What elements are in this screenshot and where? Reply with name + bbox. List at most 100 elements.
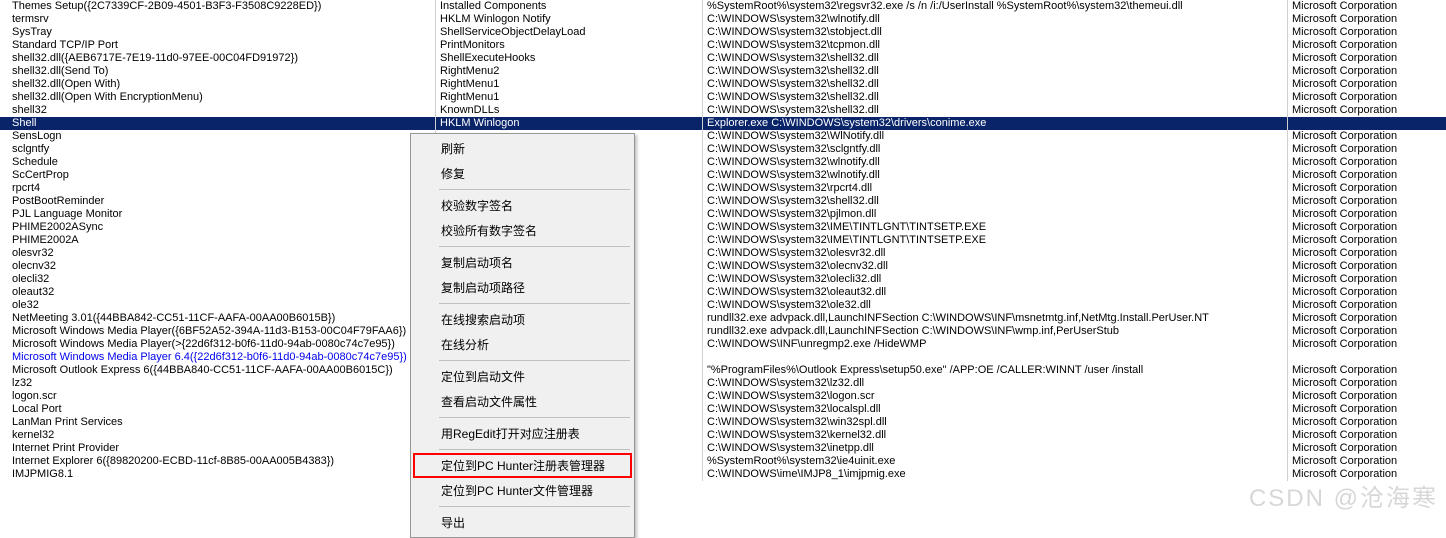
table-row[interactable]: olecli32 C:\WINDOWS\system32\olecli32.dll… [0,273,1446,286]
cell-name: Schedule [0,156,436,169]
table-row[interactable]: termsrvHKLM Winlogon NotifyC:\WINDOWS\sy… [0,13,1446,26]
menu-item[interactable]: 校验所有数字签名 [413,218,632,243]
cell-company: Microsoft Corporation [1288,390,1446,403]
cell-name: Microsoft Windows Media Player 6.4({22d6… [0,351,436,364]
table-row[interactable]: oleaut32 C:\WINDOWS\system32\oleaut32.dll… [0,286,1446,299]
table-row[interactable]: NetMeeting 3.01({44BBA842-CC51-11CF-AAFA… [0,312,1446,325]
cell-company: Microsoft Corporation [1288,312,1446,325]
table-row[interactable]: shell32KnownDLLsC:\WINDOWS\system32\shel… [0,104,1446,117]
table-row[interactable]: SysTrayShellServiceObjectDelayLoadC:\WIN… [0,26,1446,39]
table-row[interactable]: PostBootReminderC:\WINDOWS\system32\shel… [0,195,1446,208]
table-row[interactable]: ole32C:\WINDOWS\system32\ole32.dllMicros… [0,299,1446,312]
cell-company: Microsoft Corporation [1288,403,1446,416]
cell-path: C:\WINDOWS\system32\win32spl.dll [703,416,1288,429]
cell-path: C:\WINDOWS\system32\pjlmon.dll [703,208,1288,221]
table-row[interactable]: kernel32KnownDLLsC:\WINDOWS\system32\ker… [0,429,1446,442]
cell-name: olecli32 [0,273,436,286]
cell-type: ShellExecuteHooks [436,52,703,65]
cell-company: Microsoft Corporation [1288,65,1446,78]
cell-path: C:\WINDOWS\system32\rpcrt4.dll [703,182,1288,195]
cell-company: Microsoft Corporation [1288,299,1446,312]
table-row[interactable]: Internet Print ProviderPrintProvidersC:\… [0,442,1446,455]
menu-item[interactable]: 刷新 [413,136,632,161]
table-row[interactable]: lz32C:\WINDOWS\system32\lz32.dllMicrosof… [0,377,1446,390]
table-row[interactable]: olecnv32C:\WINDOWS\system32\olecnv32.dll… [0,260,1446,273]
cell-name: oleaut32 [0,286,436,299]
table-row[interactable]: olesvr32C:\WINDOWS\system32\olesvr32.dll… [0,247,1446,260]
cell-name: IMJPMIG8.1 [0,468,436,481]
table-row[interactable]: SensLognC:\WINDOWS\system32\WlNotify.dll… [0,130,1446,143]
menu-item[interactable]: 在线分析 [413,332,632,357]
cell-company [1288,117,1446,130]
cell-company: Microsoft Corporation [1288,195,1446,208]
menu-item[interactable]: 复制启动项名 [413,250,632,275]
cell-type: Installed Components [436,0,703,13]
table-row[interactable]: Themes Setup({2C7339CF-2B09-4501-B3F3-F3… [0,0,1446,13]
startup-table[interactable]: Themes Setup({2C7339CF-2B09-4501-B3F3-F3… [0,0,1446,481]
cell-company: Microsoft Corporation [1288,104,1446,117]
cell-path: C:\WINDOWS\system32\stobject.dll [703,26,1288,39]
cell-company: Microsoft Corporation [1288,208,1446,221]
menu-item[interactable]: 用RegEdit打开对应注册表 [413,421,632,446]
table-row[interactable]: rpcrt4C:\WINDOWS\system32\rpcrt4.dllMicr… [0,182,1446,195]
menu-item[interactable]: 定位到PC Hunter文件管理器 [413,478,632,503]
table-row[interactable]: shell32.dll(Open With)RightMenu1C:\WINDO… [0,78,1446,91]
table-row[interactable]: PJL Language MonitorC:\WINDOWS\system32\… [0,208,1446,221]
menu-item[interactable]: 定位到启动文件 [413,364,632,389]
table-row[interactable]: Internet Explorer 6({89820200-ECBD-11cf-… [0,455,1446,468]
table-row[interactable]: shell32.dll({AEB6717E-7E19-11d0-97EE-00C… [0,52,1446,65]
cell-path: C:\WINDOWS\system32\localspl.dll [703,403,1288,416]
cell-path: rundll32.exe advpack.dll,LaunchINFSectio… [703,312,1288,325]
cell-name: Themes Setup({2C7339CF-2B09-4501-B3F3-F3… [0,0,436,13]
table-row[interactable]: LanMan Print ServicesC:\WINDOWS\system32… [0,416,1446,429]
cell-path: C:\WINDOWS\system32\IME\TINTLGNT\TINTSET… [703,234,1288,247]
table-row[interactable]: PHIME2002AC:\WINDOWS\system32\IME\TINTLG… [0,234,1446,247]
cell-name: sclgntfy [0,143,436,156]
menu-item[interactable]: 查看启动文件属性 [413,389,632,414]
table-row[interactable]: shell32.dll(Open With EncryptionMenu)Rig… [0,91,1446,104]
cell-company: Microsoft Corporation [1288,0,1446,13]
table-row[interactable]: Local PortC:\WINDOWS\system32\localspl.d… [0,403,1446,416]
cell-company: Microsoft Corporation [1288,78,1446,91]
menu-item[interactable]: 定位到PC Hunter注册表管理器 [413,453,632,478]
menu-separator [439,449,630,450]
table-row[interactable]: sclgntfyC:\WINDOWS\system32\sclgntfy.dll… [0,143,1446,156]
cell-path: rundll32.exe advpack.dll,LaunchINFSectio… [703,325,1288,338]
table-row[interactable]: shell32.dll(Send To)RightMenu2C:\WINDOWS… [0,65,1446,78]
cell-name: ScCertProp [0,169,436,182]
cell-path: C:\WINDOWS\system32\wlnotify.dll [703,156,1288,169]
cell-company: Microsoft Corporation [1288,39,1446,52]
table-row[interactable]: ShellHKLM WinlogonExplorer.exe C:\WINDOW… [0,117,1446,130]
table-row[interactable]: PHIME2002ASyncC:\WINDOWS\system32\IME\TI… [0,221,1446,234]
cell-path: C:\WINDOWS\INF\unregmp2.exe /HideWMP [703,338,1288,351]
table-row[interactable]: Standard TCP/IP PortPrintMonitorsC:\WIND… [0,39,1446,52]
menu-item[interactable]: 复制启动项路径 [413,275,632,300]
cell-path: "%ProgramFiles%\Outlook Express\setup50.… [703,364,1288,377]
cell-name: SensLogn [0,130,436,143]
menu-separator [439,246,630,247]
cell-company: Microsoft Corporation [1288,234,1446,247]
cell-path: C:\WINDOWS\system32\logon.scr [703,390,1288,403]
menu-separator [439,360,630,361]
cell-type: PrintMonitors [436,39,703,52]
menu-item[interactable]: 修复 [413,161,632,186]
cell-company: Microsoft Corporation [1288,52,1446,65]
table-row[interactable]: Microsoft Windows Media Player({6BF52A52… [0,325,1446,338]
menu-item[interactable]: 校验数字签名 [413,193,632,218]
cell-path: C:\WINDOWS\system32\tcpmon.dll [703,39,1288,52]
table-row[interactable]: Microsoft Windows Media Player 6.4({22d6… [0,351,1446,364]
cell-path: C:\WINDOWS\system32\olecli32.dll [703,273,1288,286]
cell-name: NetMeeting 3.01({44BBA842-CC51-11CF-AAFA… [0,312,436,325]
table-row[interactable]: ScCertPropC:\WINDOWS\system32\wlnotify.d… [0,169,1446,182]
table-row[interactable]: IMJPMIG8.1HKLM RunC:\WINDOWS\ime\IMJP8_1… [0,468,1446,481]
cell-path: C:\WINDOWS\system32\oleaut32.dll [703,286,1288,299]
cell-company: Microsoft Corporation [1288,429,1446,442]
table-row[interactable]: logon.scrC:\WINDOWS\system32\logon.scrMi… [0,390,1446,403]
table-row[interactable]: Microsoft Windows Media Player(>{22d6f31… [0,338,1446,351]
menu-item[interactable]: 导出 [413,510,632,535]
cell-name: Standard TCP/IP Port [0,39,436,52]
table-row[interactable]: Microsoft Outlook Express 6({44BBA840-CC… [0,364,1446,377]
cell-path: Explorer.exe C:\WINDOWS\system32\drivers… [703,117,1288,130]
table-row[interactable]: Schedule C:\WINDOWS\system32\wlnotify.dll… [0,156,1446,169]
menu-item[interactable]: 在线搜索启动项 [413,307,632,332]
